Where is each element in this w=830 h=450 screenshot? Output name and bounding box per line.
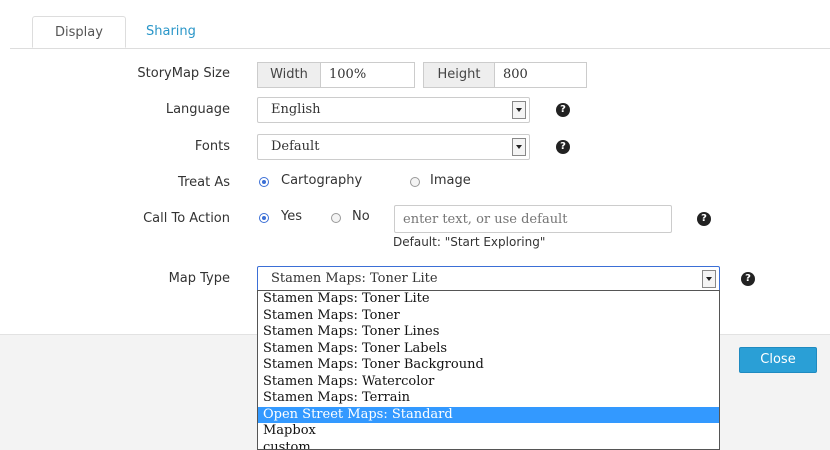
- image-radio-label: Image: [430, 173, 471, 188]
- fonts-label: Fonts: [194, 139, 230, 154]
- language-label: Language: [165, 102, 230, 117]
- tab-bar: Display Sharing: [10, 0, 830, 49]
- height-input[interactable]: 800: [494, 62, 587, 88]
- map-type-option[interactable]: Stamen Maps: Watercolor: [258, 374, 719, 391]
- storymap-size-label: StoryMap Size: [137, 66, 230, 81]
- cta-no-radio[interactable]: [331, 213, 341, 223]
- map-type-option[interactable]: Stamen Maps: Toner Background: [258, 357, 719, 374]
- call-to-action-label: Call To Action: [143, 211, 230, 226]
- tab-sharing[interactable]: Sharing: [146, 16, 196, 48]
- map-type-option[interactable]: Stamen Maps: Terrain: [258, 390, 719, 407]
- cta-text-input[interactable]: [394, 205, 672, 233]
- cta-help-icon[interactable]: ?: [697, 212, 711, 226]
- map-type-help-icon[interactable]: ?: [741, 272, 755, 286]
- treat-as-label: Treat As: [178, 175, 230, 190]
- cta-yes-label: Yes: [281, 209, 302, 224]
- chevron-down-icon[interactable]: [702, 270, 716, 288]
- cta-no-label: No: [352, 209, 370, 224]
- width-addon: Width: [257, 62, 321, 88]
- map-type-option[interactable]: custom: [258, 440, 719, 450]
- map-type-value: Stamen Maps: Toner Lite: [271, 271, 438, 286]
- width-input[interactable]: 100%: [320, 62, 415, 88]
- map-type-option[interactable]: Stamen Maps: Toner Lite: [258, 291, 719, 308]
- map-type-label: Map Type: [168, 271, 230, 286]
- image-radio[interactable]: [410, 177, 420, 187]
- language-select[interactable]: English: [257, 97, 530, 123]
- cta-default-note: Default: "Start Exploring": [393, 235, 546, 249]
- map-type-option[interactable]: Mapbox: [258, 423, 719, 440]
- height-addon: Height: [423, 62, 495, 88]
- language-value: English: [271, 102, 321, 117]
- map-type-option[interactable]: Stamen Maps: Toner Labels: [258, 341, 719, 358]
- map-type-option[interactable]: Stamen Maps: Toner Lines: [258, 324, 719, 341]
- fonts-value: Default: [271, 139, 320, 154]
- map-type-select[interactable]: Stamen Maps: Toner Lite: [257, 266, 720, 292]
- map-type-option[interactable]: Stamen Maps: Toner: [258, 308, 719, 325]
- cta-yes-radio[interactable]: [259, 213, 269, 223]
- chevron-down-icon[interactable]: [512, 101, 526, 119]
- map-type-options-list: Stamen Maps: Toner Lite Stamen Maps: Ton…: [257, 290, 720, 450]
- fonts-help-icon[interactable]: ?: [556, 140, 570, 154]
- language-help-icon[interactable]: ?: [556, 103, 570, 117]
- fonts-select[interactable]: Default: [257, 134, 530, 160]
- chevron-down-icon[interactable]: [512, 138, 526, 156]
- cartography-radio[interactable]: [259, 177, 269, 187]
- map-type-option-highlighted[interactable]: Open Street Maps: Standard: [258, 406, 719, 423]
- cartography-radio-label: Cartography: [281, 173, 363, 188]
- tab-display[interactable]: Display: [32, 16, 126, 48]
- close-button[interactable]: Close: [739, 347, 817, 373]
